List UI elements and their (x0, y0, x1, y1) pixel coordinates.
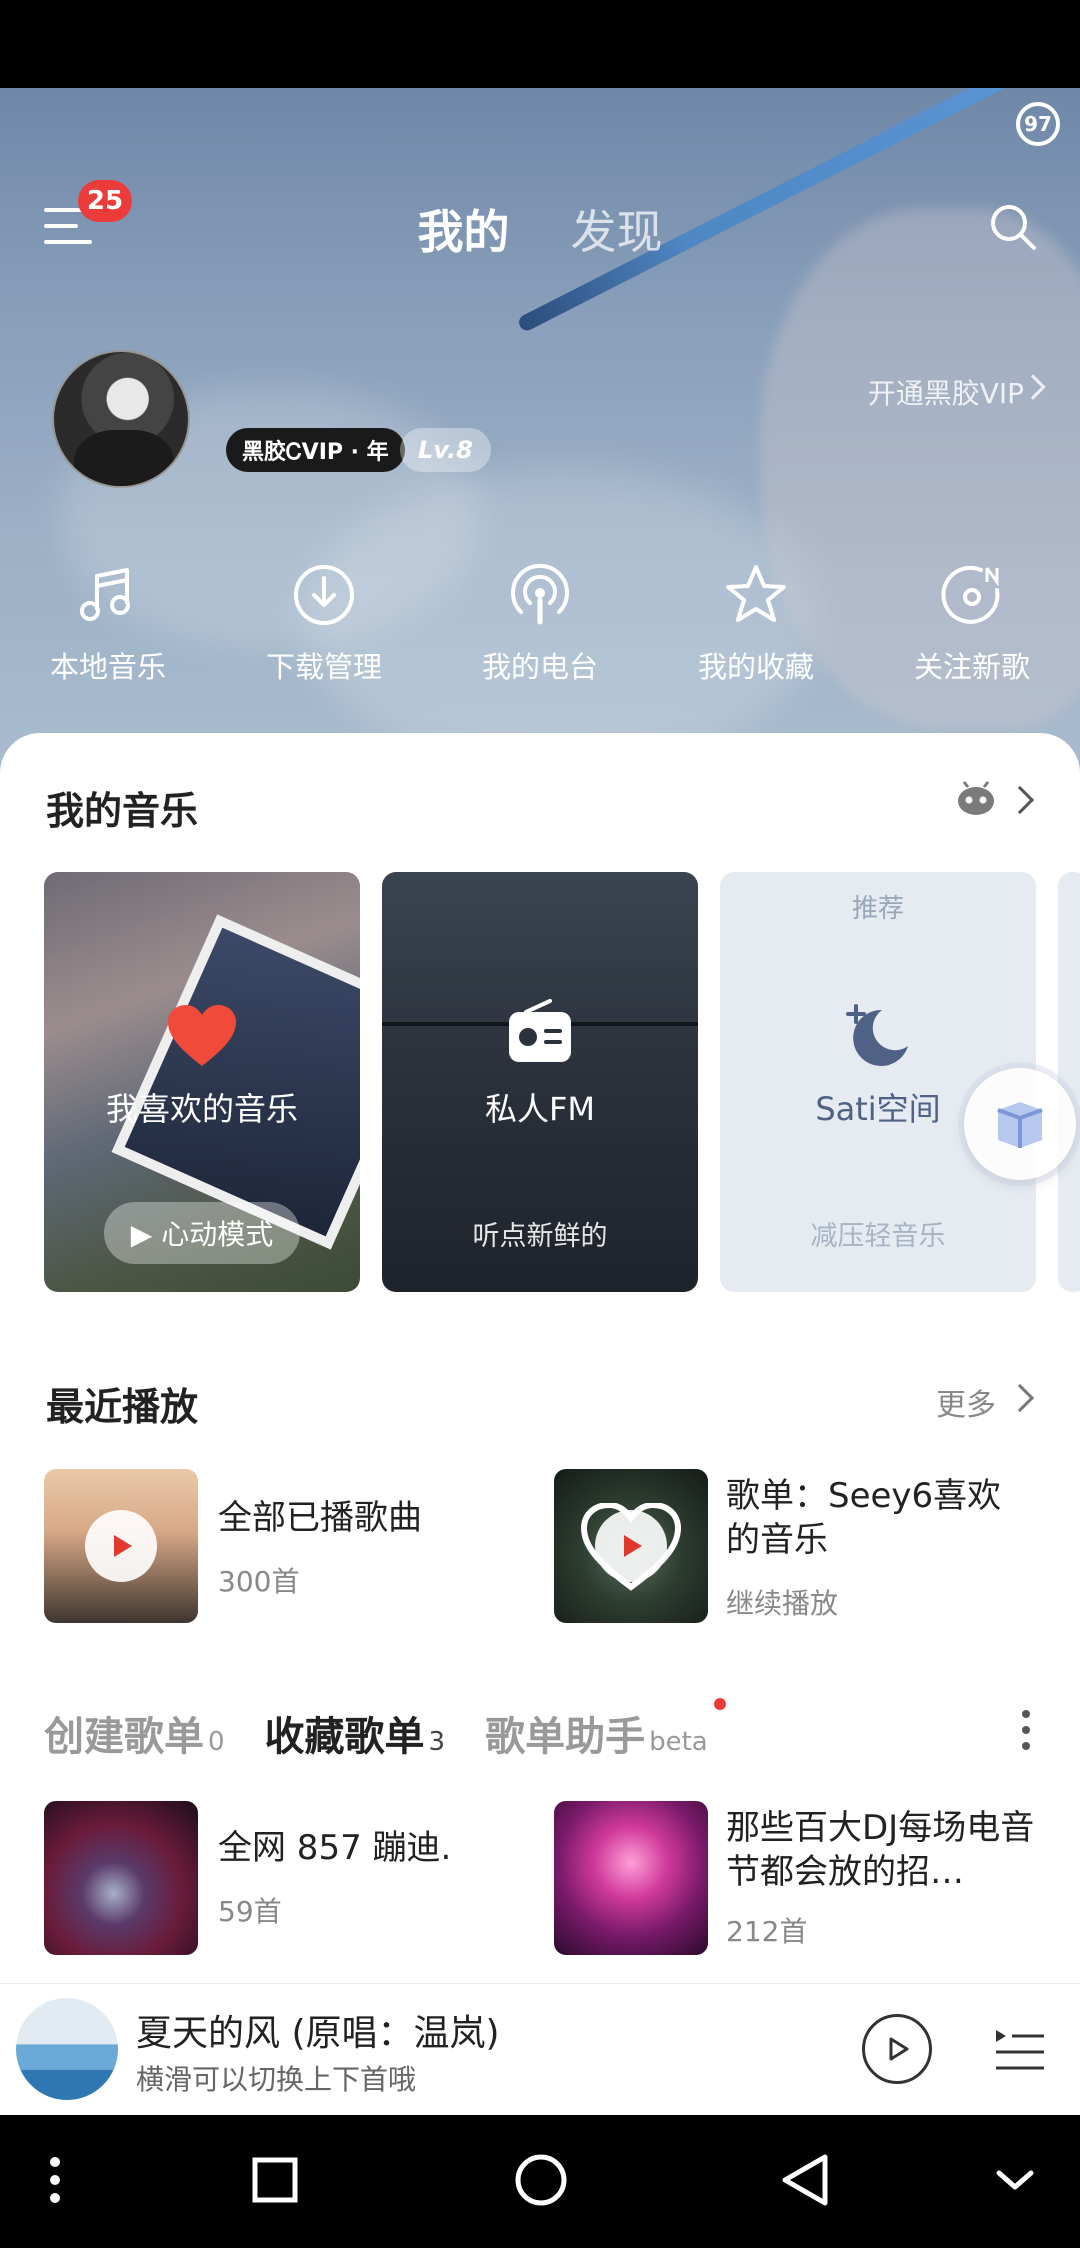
chevron-down-icon[interactable] (980, 2145, 1050, 2215)
download-icon (294, 565, 354, 625)
level-badge[interactable]: Lv.8 (400, 428, 491, 472)
player-subtitle: 横滑可以切换上下首哦 (136, 2063, 417, 2096)
quick-actions: 本地音乐 下载管理 我的电台 我的收藏 关注新歌 (0, 560, 1080, 686)
radio-icon (509, 999, 571, 1062)
recommend-tag: 推荐 (851, 894, 904, 924)
tab-count: beta (649, 1727, 708, 1757)
floating-widget-button[interactable] (964, 1068, 1076, 1180)
card-label: 私人FM (484, 1090, 596, 1128)
new-song-icon (941, 565, 1000, 624)
more-link[interactable]: 更多 (936, 1380, 996, 1424)
recent-apps-icon[interactable] (240, 2145, 310, 2215)
more-options-icon[interactable] (1022, 1710, 1032, 1754)
home-icon[interactable] (506, 2145, 576, 2215)
tab-mine[interactable]: 我的 (417, 196, 509, 262)
section-title-recent: 最近播放 (46, 1385, 199, 1429)
play-icon[interactable] (85, 1510, 157, 1582)
quick-label: 我的收藏 (697, 650, 814, 684)
heart-icon (168, 1005, 236, 1066)
star-icon (726, 565, 786, 622)
top-tabs: 我的 发现 (0, 196, 1080, 262)
open-vip-link[interactable]: 开通黑胶VIP (868, 372, 1024, 412)
section-title-my-music: 我的音乐 (46, 789, 199, 833)
playlist-queue-icon[interactable] (992, 2024, 1048, 2076)
quick-label: 关注新歌 (913, 650, 1030, 684)
playlist-sub: 59首 (218, 1895, 282, 1928)
tab-collected-playlists[interactable]: 收藏歌单 3 (265, 1704, 446, 1762)
card-liked-music[interactable]: 我喜欢的音乐 ▶ 心动模式 (44, 872, 360, 1292)
heartbeat-mode-button[interactable]: ▶ 心动模式 (104, 1202, 300, 1264)
new-dot (714, 1698, 726, 1710)
card-caption: 听点新鲜的 (472, 1221, 608, 1252)
card-caption: 减压轻音乐 (810, 1221, 946, 1252)
playlist-title: 那些百大DJ每场电音节都会放的招… (726, 1808, 1035, 1893)
robot-icon[interactable] (956, 781, 996, 817)
play-icon (889, 2037, 909, 2061)
radio-podcast-icon (511, 563, 569, 625)
tab-label: 收藏歌单 (264, 1714, 425, 1760)
cover-photo (111, 914, 360, 1250)
music-note-icon (80, 568, 130, 621)
play-button[interactable] (862, 2014, 932, 2084)
tab-discover[interactable]: 发现 (571, 196, 663, 262)
card-label: 我喜欢的音乐 (105, 1090, 298, 1128)
card-personal-fm[interactable]: 私人FM 听点新鲜的 (382, 872, 698, 1292)
cover-thumbnail (44, 1801, 198, 1955)
album-art (16, 1998, 118, 2100)
tab-created-playlists[interactable]: 创建歌单 0 (44, 1704, 225, 1762)
card-peek (1058, 872, 1080, 1292)
system-nav-bar (0, 2115, 1080, 2248)
quick-label: 本地音乐 (49, 650, 166, 684)
mini-player[interactable]: 夏天的风 (原唱：温岚) 横滑可以切换上下首哦 (0, 1983, 1080, 2115)
quick-label: 我的电台 (481, 650, 598, 684)
avatar[interactable] (52, 350, 190, 488)
playlist-sub: 212首 (726, 1915, 808, 1948)
cover-thumbnail (554, 1801, 708, 1955)
tab-playlist-assistant[interactable]: 歌单助手 beta (485, 1704, 708, 1762)
back-icon[interactable] (770, 2145, 840, 2215)
search-icon[interactable] (988, 202, 1038, 252)
status-bar (0, 0, 1080, 88)
quick-download[interactable]: 下载管理 (216, 560, 432, 686)
recent-item-sub: 300首 (218, 1565, 300, 1598)
playlist-title: 全网 857 蹦迪. (218, 1828, 452, 1868)
player-title: 夏天的风 (原唱：温岚) (136, 2013, 500, 2054)
more-vertical-icon[interactable] (20, 2145, 90, 2215)
quick-local-music[interactable]: 本地音乐 (0, 560, 216, 686)
recent-item-sub: 继续播放 (726, 1587, 839, 1620)
vip-badge[interactable]: 黑胶ᏟVIP · 年 (226, 428, 405, 472)
moon-icon (846, 1004, 908, 1066)
tab-label: 歌单助手 (485, 1714, 646, 1760)
quick-new-songs[interactable]: 关注新歌 (864, 560, 1080, 686)
tab-count: 0 (208, 1727, 225, 1757)
recent-item-title: 全部已播歌曲 (218, 1498, 422, 1538)
quick-radio[interactable]: 我的电台 (432, 560, 648, 686)
notification-count-badge[interactable]: 97 (1016, 102, 1060, 146)
quick-favorites[interactable]: 我的收藏 (648, 560, 864, 686)
cover-thumbnail (44, 1469, 198, 1623)
tab-label: 创建歌单 (44, 1714, 204, 1760)
tab-count: 3 (428, 1727, 446, 1757)
recent-item-title: 歌单：Seey6喜欢的音乐 (726, 1476, 1002, 1561)
cube-icon (997, 1102, 1043, 1148)
play-icon[interactable] (595, 1510, 667, 1582)
quick-label: 下载管理 (265, 650, 382, 684)
cover-thumbnail (554, 1469, 708, 1623)
playlist-tabs: 创建歌单 0 收藏歌单 3 歌单助手 beta (44, 1704, 748, 1762)
